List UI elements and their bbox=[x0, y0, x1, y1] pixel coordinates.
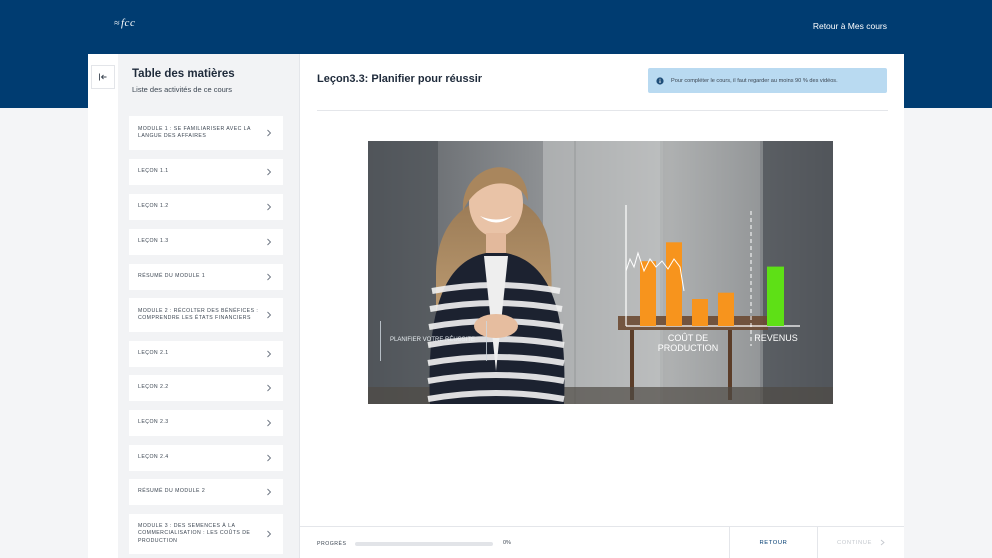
continue-button[interactable]: CONTINUE bbox=[817, 527, 904, 558]
toc-item-label: RÉSUMÉ DU MODULE 2 bbox=[138, 488, 206, 495]
toc-item-lecon-1-3[interactable]: LEÇON 1.3 bbox=[129, 229, 283, 255]
toc-item-label: LEÇON 2.3 bbox=[138, 419, 169, 426]
video-player[interactable]: PLANIFIER VOTRE RÉUSSITE COÛT DE PRODUCT… bbox=[368, 141, 833, 404]
toc-item-label: RÉSUMÉ DU MODULE 1 bbox=[138, 273, 206, 280]
cost-bar bbox=[692, 299, 708, 326]
toc-item-lecon-2-1[interactable]: LEÇON 2.1 bbox=[129, 341, 283, 367]
completion-notice: Pour compléter le cours, il faut regarde… bbox=[648, 68, 887, 93]
fcc-logo[interactable]: ≈fcc bbox=[114, 17, 135, 29]
toc-item-label: LEÇON 1.2 bbox=[138, 203, 169, 210]
progress-percent: 0% bbox=[503, 540, 511, 546]
toc-item-label: MODULE 2 : RÉCOLTER DES BÉNÉFICES : COMP… bbox=[138, 307, 259, 321]
toc-item-label: LEÇON 2.4 bbox=[138, 454, 169, 461]
cost-bar bbox=[718, 292, 734, 326]
collapse-left-icon bbox=[99, 73, 107, 81]
chevron-right-icon bbox=[267, 488, 272, 496]
revenue-bar bbox=[767, 266, 784, 326]
toc-item-label: MODULE 1 : SE FAMILIARISER AVEC LA LANGU… bbox=[138, 125, 251, 139]
chevron-right-icon bbox=[267, 203, 272, 211]
cost-label-line2: PRODUCTION bbox=[658, 343, 719, 353]
video-caption: PLANIFIER VOTRE RÉUSSITE bbox=[390, 336, 475, 343]
progress-label: PROGRÈS bbox=[317, 541, 347, 547]
toc-item-module-3[interactable]: MODULE 3 : DES SEMENCES À LA COMMERCIALI… bbox=[129, 514, 283, 554]
notice-text: Pour compléter le cours, il faut regarde… bbox=[671, 77, 838, 84]
title-divider bbox=[317, 110, 888, 111]
toc-subtitle: Liste des activités de ce cours bbox=[132, 85, 233, 94]
cost-bar bbox=[666, 242, 682, 326]
toc-item-resume-module-1[interactable]: RÉSUMÉ DU MODULE 1 bbox=[129, 264, 283, 290]
progress-bar bbox=[355, 542, 493, 546]
toc-item-lecon-1-1[interactable]: LEÇON 1.1 bbox=[129, 159, 283, 185]
toc-item-lecon-2-2[interactable]: LEÇON 2.2 bbox=[129, 375, 283, 401]
toc-item-module-2[interactable]: MODULE 2 : RÉCOLTER DES BÉNÉFICES : COMP… bbox=[129, 298, 283, 332]
toc-item-lecon-1-2[interactable]: LEÇON 1.2 bbox=[129, 194, 283, 220]
chevron-right-icon bbox=[267, 530, 272, 538]
toc-title: Table des matières bbox=[132, 68, 235, 80]
continue-button-label: CONTINUE bbox=[836, 539, 873, 546]
back-button-label: RETOUR bbox=[759, 539, 788, 546]
chevron-right-icon bbox=[267, 454, 272, 462]
revenue-label: REVENUS bbox=[754, 333, 798, 343]
toc-item-lecon-2-3[interactable]: LEÇON 2.3 bbox=[129, 410, 283, 436]
chevron-right-icon bbox=[267, 384, 272, 392]
chevron-right-icon bbox=[267, 129, 272, 137]
lesson-title: Leçon3.3: Planifier pour réussir bbox=[317, 73, 483, 85]
cost-bar bbox=[640, 261, 656, 326]
toc-item-label: LEÇON 1.3 bbox=[138, 238, 169, 245]
toc-item-resume-module-2[interactable]: RÉSUMÉ DU MODULE 2 bbox=[129, 479, 283, 505]
chevron-right-icon bbox=[267, 419, 272, 427]
back-button[interactable]: RETOUR bbox=[729, 527, 817, 558]
info-icon bbox=[656, 76, 664, 85]
toc-item-module-1[interactable]: MODULE 1 : SE FAMILIARISER AVEC LA LANGU… bbox=[129, 116, 283, 150]
collapse-sidebar-button[interactable] bbox=[91, 65, 115, 89]
chevron-right-icon bbox=[267, 311, 272, 319]
video-frame: PLANIFIER VOTRE RÉUSSITE COÛT DE PRODUCT… bbox=[368, 141, 833, 404]
chevron-right-icon bbox=[267, 168, 272, 176]
toc-item-label: LEÇON 2.1 bbox=[138, 350, 169, 357]
chevron-right-icon bbox=[267, 273, 272, 281]
chevron-right-icon bbox=[267, 238, 272, 246]
back-to-my-courses-link[interactable]: Retour à Mes cours bbox=[813, 21, 887, 31]
toc-item-lecon-2-4[interactable]: LEÇON 2.4 bbox=[129, 445, 283, 471]
cost-label-line1: COÛT DE bbox=[668, 333, 708, 343]
chevron-right-icon bbox=[880, 539, 885, 546]
toc-item-label: LEÇON 2.2 bbox=[138, 384, 169, 391]
toc-item-label: LEÇON 1.1 bbox=[138, 168, 169, 175]
chevron-right-icon bbox=[267, 350, 272, 358]
toc-item-label: MODULE 3 : DES SEMENCES À LA COMMERCIALI… bbox=[138, 523, 251, 544]
